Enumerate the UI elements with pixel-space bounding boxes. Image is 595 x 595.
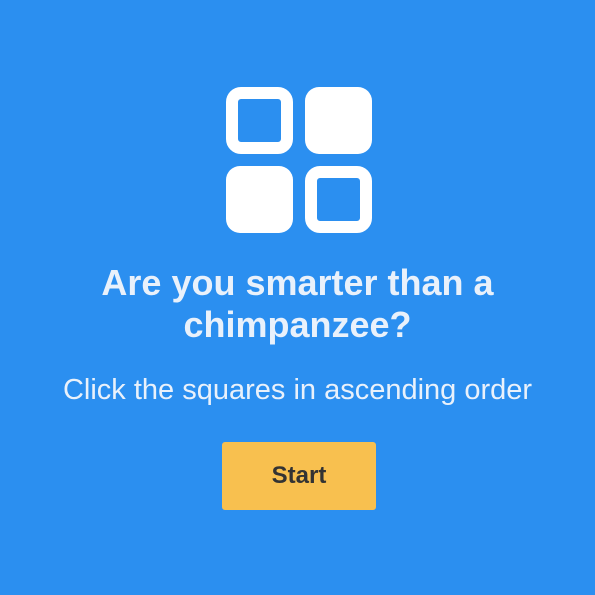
outlined-square-icon xyxy=(226,87,293,154)
start-screen: Are you smarter than a chimpanzee? Click… xyxy=(0,0,595,595)
grid-squares-icon xyxy=(226,87,372,233)
instructions-text: Click the squares in ascending order xyxy=(62,374,533,406)
filled-square-icon xyxy=(305,87,372,154)
outlined-square-icon xyxy=(305,166,372,233)
page-title: Are you smarter than a chimpanzee? xyxy=(101,262,494,345)
start-button[interactable]: Start xyxy=(222,442,376,510)
filled-square-icon xyxy=(226,166,293,233)
